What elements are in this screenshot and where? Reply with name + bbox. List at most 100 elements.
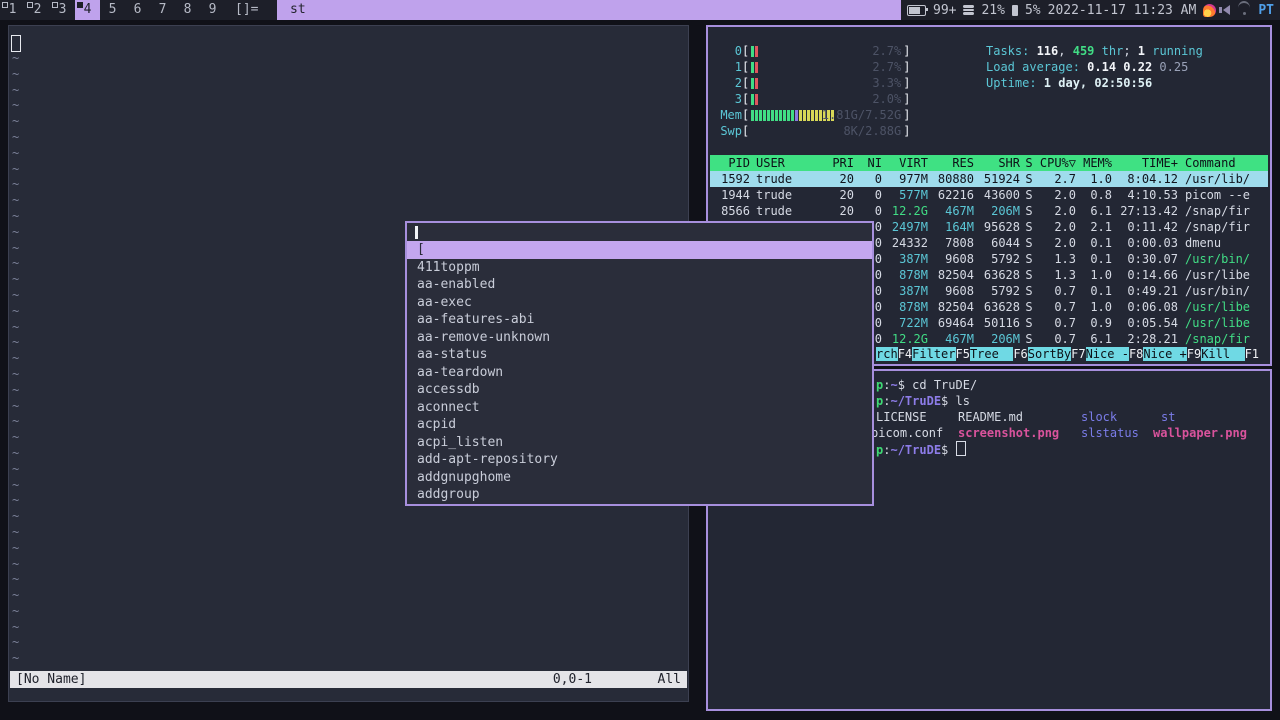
launcher-item[interactable]: addgroup xyxy=(407,486,872,504)
launcher-item[interactable]: acpid xyxy=(407,416,872,434)
launcher-item-list: [411toppm aa-enabled aa-exec aa-features-ab… xyxy=(407,241,872,504)
tag-label: 9 xyxy=(208,2,217,17)
tag-9[interactable]: 9 xyxy=(200,0,225,20)
tilde-line: ~ xyxy=(12,524,20,539)
terminal-text: screenshot.png xyxy=(958,426,1060,440)
column-header[interactable]: PRI xyxy=(820,155,854,171)
fkey-segment[interactable]: F4Filter xyxy=(898,346,956,362)
process-row[interactable]: 1944 trude 20 0 577M 62216 43600 S 2.0 0.8 4:10.53… xyxy=(710,187,1268,203)
tilde-line: ~ xyxy=(12,177,20,192)
fkey-label: SortBy xyxy=(1027,347,1072,361)
process-cell: 1.3 xyxy=(1054,268,1076,282)
tag-1[interactable]: 1 xyxy=(0,0,25,20)
tilde-line: ~ xyxy=(12,509,20,524)
process-cell: 467M xyxy=(945,204,974,218)
meter-tick xyxy=(775,109,779,121)
wifi-icon[interactable] xyxy=(1237,1,1251,15)
launcher-item[interactable]: aa-enabled xyxy=(407,276,872,294)
column-header[interactable]: TIME+ xyxy=(1112,155,1178,171)
launcher-item[interactable]: add-apt-repository xyxy=(407,451,872,469)
launcher-item[interactable]: aconnect xyxy=(407,399,872,417)
tag-8[interactable]: 8 xyxy=(175,0,200,20)
scroll-indicator: All xyxy=(657,672,681,687)
process-cell: 2.0 xyxy=(1054,188,1076,202)
tag-7[interactable]: 7 xyxy=(150,0,175,20)
meter-bar: 2.0% xyxy=(749,91,903,107)
process-cell: 9608 xyxy=(945,252,974,266)
meter-tick xyxy=(811,109,815,121)
column-header[interactable]: S xyxy=(1020,155,1038,171)
launcher-item[interactable]: addgnupghome xyxy=(407,469,872,487)
process-cell: S xyxy=(1025,236,1033,250)
meter-value: 8K/2.88G xyxy=(843,124,902,138)
process-row[interactable]: 8566 trude 20 0 12.2G 467M 206M S 2.0 6.1 27:13.42… xyxy=(710,203,1268,219)
process-cell: 206M xyxy=(991,332,1020,346)
fkey-segment[interactable]: F9Kill xyxy=(1187,346,1245,362)
fkey-segment[interactable]: F1 xyxy=(1245,346,1259,362)
tilde-line: ~ xyxy=(12,493,20,508)
process-cell: 1.0 xyxy=(1090,172,1112,186)
process-cell: 2497M xyxy=(891,220,928,234)
column-header[interactable]: USER xyxy=(750,155,820,171)
launcher-item[interactable]: accessdb xyxy=(407,381,872,399)
process-cell: 20 xyxy=(839,204,854,218)
column-header[interactable]: NI xyxy=(854,155,882,171)
fkey-segment[interactable]: F6SortBy xyxy=(1013,346,1072,362)
fkey-number: F4 xyxy=(897,347,913,361)
tilde-line: ~ xyxy=(12,603,20,618)
column-header[interactable]: VIRT xyxy=(882,155,928,171)
terminal-text: ls xyxy=(955,394,970,408)
launcher-item[interactable]: [ xyxy=(407,241,872,259)
launcher-item[interactable]: aa-exec xyxy=(407,294,872,312)
fkey-segment[interactable]: F7Nice - xyxy=(1071,346,1129,362)
column-header[interactable]: RES xyxy=(928,155,974,171)
tilde-line: ~ xyxy=(12,382,20,397)
terminal-text: st xyxy=(1161,410,1176,424)
info-segment: thr xyxy=(1094,44,1124,58)
launcher-item[interactable]: acpi_listen xyxy=(407,434,872,452)
launcher-input[interactable] xyxy=(407,223,872,241)
process-cell: /usr/lib/ xyxy=(1185,172,1251,186)
tag-indicator xyxy=(2,2,8,8)
process-cell: /usr/libe xyxy=(1185,316,1251,330)
tag-indicator xyxy=(27,2,33,8)
fkey-number: F8 xyxy=(1128,347,1144,361)
meter-tick xyxy=(799,109,803,121)
launcher-item[interactable]: aa-remove-unknown xyxy=(407,329,872,347)
process-row[interactable]: 1592 trude 20 0 977M 80880 51924 S 2.7 1.0 8:04.12… xyxy=(710,171,1268,187)
fkey-segment[interactable]: F5Tree xyxy=(956,346,1014,362)
info-segment: 0.22 xyxy=(1123,60,1160,74)
tilde-line: ~ xyxy=(12,208,20,223)
launcher-item[interactable]: aa-teardown xyxy=(407,364,872,382)
fkey-segment[interactable]: rch xyxy=(876,346,898,362)
column-header[interactable]: SHR xyxy=(974,155,1020,171)
tray-flame-icon[interactable] xyxy=(1203,3,1217,17)
volume-icon[interactable] xyxy=(1219,5,1231,15)
cursor-position: 0,0-1 xyxy=(552,672,592,687)
launcher-item[interactable]: aa-status xyxy=(407,346,872,364)
tag-2[interactable]: 2 xyxy=(25,0,50,20)
tag-6[interactable]: 6 xyxy=(125,0,150,20)
column-header[interactable]: MEM% xyxy=(1076,155,1112,171)
uptime-line: Uptime: 1 day, 02:50:56 xyxy=(986,75,1152,91)
launcher-item[interactable]: 411toppm xyxy=(407,259,872,277)
column-header[interactable]: PID xyxy=(710,155,750,171)
layout-indicator[interactable]: []= xyxy=(225,0,277,20)
terminal-text: $ xyxy=(941,443,956,457)
fkey-number: F1 xyxy=(1244,347,1260,361)
process-cell: 63628 xyxy=(983,268,1020,282)
process-cell: 51924 xyxy=(983,172,1020,186)
fkey-segment[interactable]: F8Nice + xyxy=(1129,346,1187,362)
meter-tick xyxy=(795,109,799,121)
tag-3[interactable]: 3 xyxy=(50,0,75,20)
keyboard-layout[interactable]: PT xyxy=(1258,3,1274,18)
tag-4[interactable]: 4 xyxy=(75,0,100,20)
column-header[interactable]: CPU%▽ xyxy=(1038,155,1076,171)
process-table-header: PID USER PRI NI VIRT RES SHR S CPU%▽ MEM% TIME+ Com… xyxy=(710,155,1268,171)
tilde-line: ~ xyxy=(12,366,20,381)
meter-tick xyxy=(759,109,763,121)
tag-5[interactable]: 5 xyxy=(100,0,125,20)
launcher-item[interactable]: aa-features-abi xyxy=(407,311,872,329)
column-header[interactable]: Command xyxy=(1178,155,1268,171)
process-cell: S xyxy=(1025,204,1033,218)
